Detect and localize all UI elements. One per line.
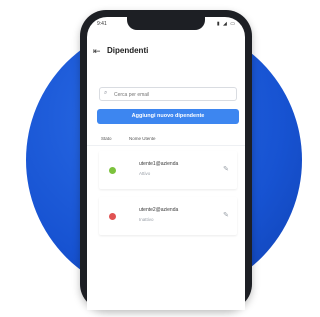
row-status: Attivo [139, 171, 151, 176]
status-time: 9:41 [97, 21, 107, 27]
search-field[interactable]: ⌕ [99, 87, 237, 101]
row-email: utente2@azienda [139, 207, 179, 213]
row-email: utente1@azienda [139, 161, 179, 167]
column-header-name: Nome Utente [129, 136, 156, 141]
phone-screen: 9:41 ▮ ◢ ▭ ⇤ Dipendenti ⌕ Aggiungi nuovo… [87, 17, 245, 310]
app-header: ⇤ Dipendenti [87, 43, 245, 61]
page-title: Dipendenti [107, 46, 149, 55]
search-icon: ⌕ [104, 90, 108, 96]
status-dot-inactive [109, 213, 116, 220]
table-row[interactable]: utente2@azienda Inattivo ✎ [99, 197, 237, 235]
status-icons: ▮ ◢ ▭ [216, 21, 236, 27]
phone-notch [127, 17, 205, 30]
search-input[interactable] [114, 90, 224, 99]
status-dot-active [109, 167, 116, 174]
edit-icon[interactable]: ✎ [223, 165, 229, 173]
table-row[interactable]: utente1@azienda Attivo ✎ [99, 151, 237, 189]
table-header: Stato Nome Utente [87, 135, 245, 146]
row-status: Inattivo [139, 217, 154, 222]
phone-frame: 9:41 ▮ ◢ ▭ ⇤ Dipendenti ⌕ Aggiungi nuovo… [80, 10, 252, 310]
add-employee-button[interactable]: Aggiungi nuovo dipendente [97, 109, 239, 124]
arrow-left-icon[interactable]: ⇤ [93, 46, 101, 57]
column-header-state: Stato [101, 136, 112, 141]
edit-icon[interactable]: ✎ [223, 211, 229, 219]
